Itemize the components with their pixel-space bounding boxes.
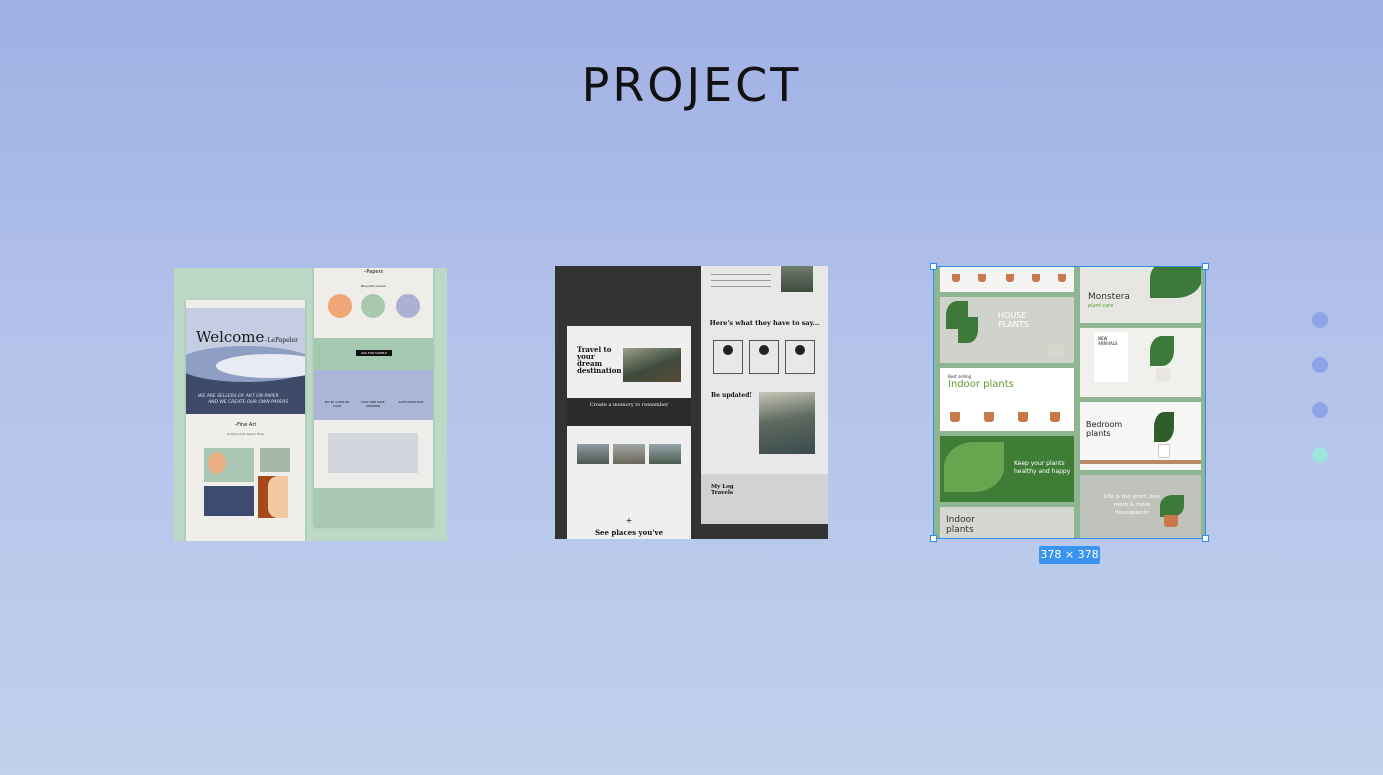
fine-art-heading: –Fine Art — [234, 422, 257, 428]
review-card — [785, 340, 815, 374]
destination-photo — [577, 444, 609, 464]
monstera-subtitle: plant care — [1088, 303, 1114, 309]
places-heading: See places you've — [594, 528, 664, 537]
pager-dot[interactable] — [1312, 357, 1328, 373]
footer-logo: My Log Travels — [711, 484, 734, 496]
monstera-mockup: Monstera plant care — [1080, 266, 1201, 323]
tagline-line-2: AND WE CREATE OUR OWN PAPERS — [208, 400, 289, 405]
footer-mockup: My Log Travels — [701, 474, 828, 524]
pager-dot-active[interactable] — [1312, 447, 1328, 463]
keep-happy-mockup: Keep your plants healthy and happy — [940, 436, 1074, 502]
page-title: PROJECT — [581, 58, 802, 112]
art-thumbnail — [260, 448, 290, 472]
pager-dot[interactable] — [1312, 402, 1328, 418]
brand-name: –LePapeler — [264, 337, 299, 344]
size-badge: 378 × 378 — [1039, 546, 1100, 564]
plant-shop-mockup — [940, 266, 1074, 292]
indoor-plants-heading: Indoor plants — [948, 379, 1014, 390]
papers-subtitle: Recycled version — [360, 284, 387, 288]
river-photo — [759, 392, 815, 454]
lepapeler-papers-mockup: –Papers Recycled version ASK FOR SAMPLE … — [314, 268, 433, 526]
landscape-photo — [623, 348, 681, 382]
monstera-heading: Monstera — [1088, 292, 1130, 302]
travel-heading: Travel to your dream destination — [577, 345, 622, 375]
paper-swatch — [328, 294, 352, 318]
review-card — [713, 340, 743, 374]
project-card-lepapeler[interactable]: Welcome–LePapeler WE ARE SELLERS OF ART … — [174, 268, 447, 541]
pager-dot[interactable] — [1312, 312, 1328, 328]
indoor-plants-2-heading: Indoor plants — [946, 515, 975, 535]
indoor-plants-mockup: Best selling Indoor plants — [940, 368, 1074, 431]
memory-banner: Create a memory to remember — [567, 398, 691, 426]
house-plants-mockup: HOUSE PLANTS — [940, 297, 1074, 363]
project-card-plants[interactable]: HOUSE PLANTS Best selling Indoor plants … — [933, 266, 1206, 539]
indoor-plants-2-mockup: Indoor plants — [940, 507, 1074, 539]
feature-label: SAFE PURCHASE — [398, 400, 424, 404]
fine-art-subtitle: Some Lorem Ipsum Here — [226, 432, 265, 436]
plus-icon: + — [625, 516, 633, 525]
papers-heading: –Papers — [363, 269, 384, 275]
newsletter-heading: Be updated! — [711, 392, 753, 399]
life-short-mockup: Life is too short, buy more & more house… — [1080, 475, 1201, 539]
feature-label: FAST AND SAFE SHIPPING — [361, 400, 385, 408]
ask-sample-button: ASK FOR SAMPLE — [356, 350, 392, 356]
new-arrivals-label: NEW ARRIVALS — [1098, 336, 1118, 346]
lepapeler-home-mockup: Welcome–LePapeler WE ARE SELLERS OF ART … — [186, 300, 305, 541]
destination-photo — [613, 444, 645, 464]
travel-home-mockup: Travel to your dream destination Create … — [567, 326, 691, 539]
reviews-heading: Here's what they have to say... — [709, 319, 820, 327]
keep-happy-heading: Keep your plants healthy and happy — [1014, 460, 1071, 475]
feature-label: PAY BY CARD OR CASH — [324, 400, 350, 408]
new-arrivals-mockup: NEW ARRIVALS — [1080, 328, 1201, 397]
paper-swatch — [361, 294, 385, 318]
footer-mockup — [314, 488, 433, 526]
project-card-travel[interactable]: Travel to your dream destination Create … — [555, 266, 828, 539]
hiker-photo — [781, 266, 813, 292]
welcome-heading: Welcome — [196, 328, 265, 346]
bedroom-plants-heading: Bedroom plants — [1086, 420, 1123, 438]
travel-reviews-mockup: Here's what they have to say... Be updat… — [701, 266, 828, 524]
life-short-heading: Life is too short, buy more & more house… — [1103, 494, 1161, 516]
contact-form-mockup — [328, 433, 418, 473]
art-thumbnail — [258, 476, 288, 518]
house-plants-heading: HOUSE PLANTS — [998, 311, 1029, 329]
destination-photo — [649, 444, 681, 464]
review-card — [749, 340, 779, 374]
art-thumbnail — [204, 448, 254, 482]
paper-swatch — [396, 294, 420, 318]
art-thumbnail — [204, 486, 254, 516]
bedroom-plants-mockup: Bedroom plants — [1080, 402, 1201, 470]
hero-banner: Welcome–LePapeler WE ARE SELLERS OF ART … — [186, 308, 305, 414]
